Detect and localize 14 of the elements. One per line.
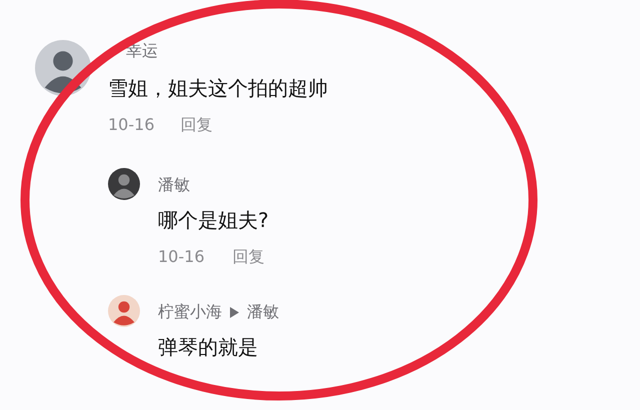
comment-text: 弹琴的就是 bbox=[158, 334, 259, 361]
user-name[interactable]: 潘敏 bbox=[158, 174, 190, 196]
user-name[interactable]: 柠蜜小海 bbox=[158, 301, 222, 323]
comment-date: 10-16 bbox=[158, 246, 204, 268]
comment-date: 10-16 bbox=[108, 114, 154, 136]
reply-link[interactable]: 回复 bbox=[180, 114, 212, 136]
avatar-icon bbox=[108, 295, 140, 327]
avatar-icon bbox=[35, 40, 91, 96]
reply-link[interactable]: 回复 bbox=[232, 246, 264, 268]
user-name[interactable]: 潘敏 bbox=[247, 301, 279, 323]
comment-text: 雪姐，姐夫这个拍的超帅 bbox=[108, 75, 328, 102]
comment-text: 哪个是姐夫? bbox=[158, 207, 269, 234]
triangle-icon bbox=[230, 306, 239, 318]
avatar-icon bbox=[108, 168, 140, 200]
